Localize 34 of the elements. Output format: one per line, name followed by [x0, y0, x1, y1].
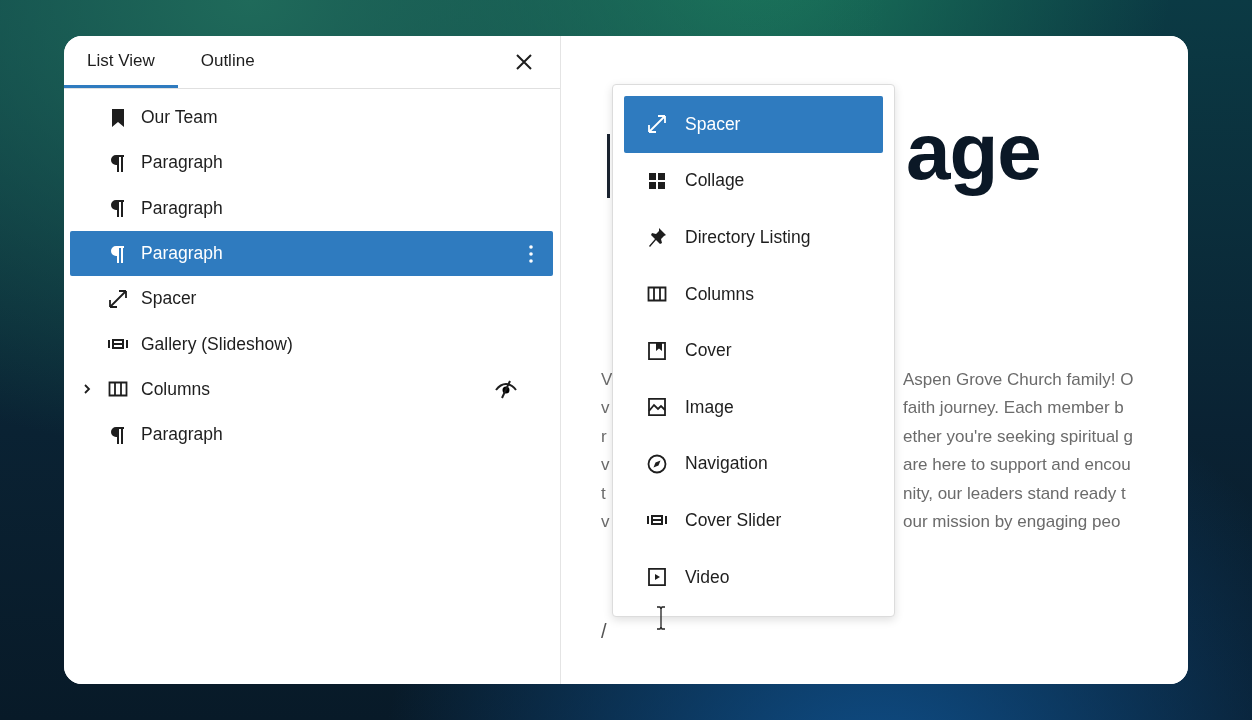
menu-item[interactable]: Cover Slider [624, 492, 883, 549]
menu-item[interactable]: Directory Listing [624, 209, 883, 266]
slash-command-text[interactable]: / [601, 620, 1188, 644]
list-view-item[interactable]: Spacer [70, 276, 553, 322]
list-view-item[interactable]: Paragraph [70, 412, 553, 458]
menu-item[interactable]: Columns [624, 265, 883, 323]
list-view-item[interactable]: Paragraph [70, 230, 553, 277]
menu-item[interactable]: Collage [624, 152, 883, 210]
paragraph-text-fragment: V [601, 369, 614, 391]
menu-item[interactable]: Image [624, 378, 883, 436]
paragraph-text-fragment: v [601, 511, 611, 534]
panel-tab[interactable]: Outline [177, 36, 278, 88]
paragraph-text-fragment: v [601, 397, 611, 420]
list-view-item[interactable]: Paragraph [70, 140, 553, 186]
panel-tab[interactable]: List View [64, 36, 178, 88]
menu-item[interactable]: Navigation [624, 435, 883, 493]
paragraph-text-fragment: v [601, 454, 611, 477]
paragraph-text-fragment: t [601, 482, 607, 505]
menu-item[interactable]: Cover [624, 322, 883, 379]
paragraph-text-line: nity, our leaders stand ready t [903, 482, 1127, 505]
list-view-item[interactable]: Paragraph [70, 185, 553, 231]
paragraph-text-fragment: r [601, 425, 608, 448]
paragraph-text-line: our mission by engaging peo [903, 511, 1122, 534]
paragraph-text-line: faith journey. Each member b [903, 397, 1125, 420]
text-cursor-icon [655, 606, 667, 630]
paragraph-text-line: ether you're seeking spiritual g [903, 425, 1135, 448]
text-caret [607, 134, 610, 198]
paragraph-text-line: are here to support and encou [903, 454, 1132, 477]
list-view-item[interactable]: Columns [70, 366, 553, 413]
menu-item[interactable]: Spacer [624, 96, 883, 153]
menu-item[interactable]: Video [624, 548, 883, 606]
list-view-item[interactable]: Our Team [70, 95, 553, 141]
list-view-item[interactable]: Gallery (Slideshow) [70, 321, 553, 367]
paragraph-text-line: Aspen Grove Church family! O [903, 369, 1135, 391]
